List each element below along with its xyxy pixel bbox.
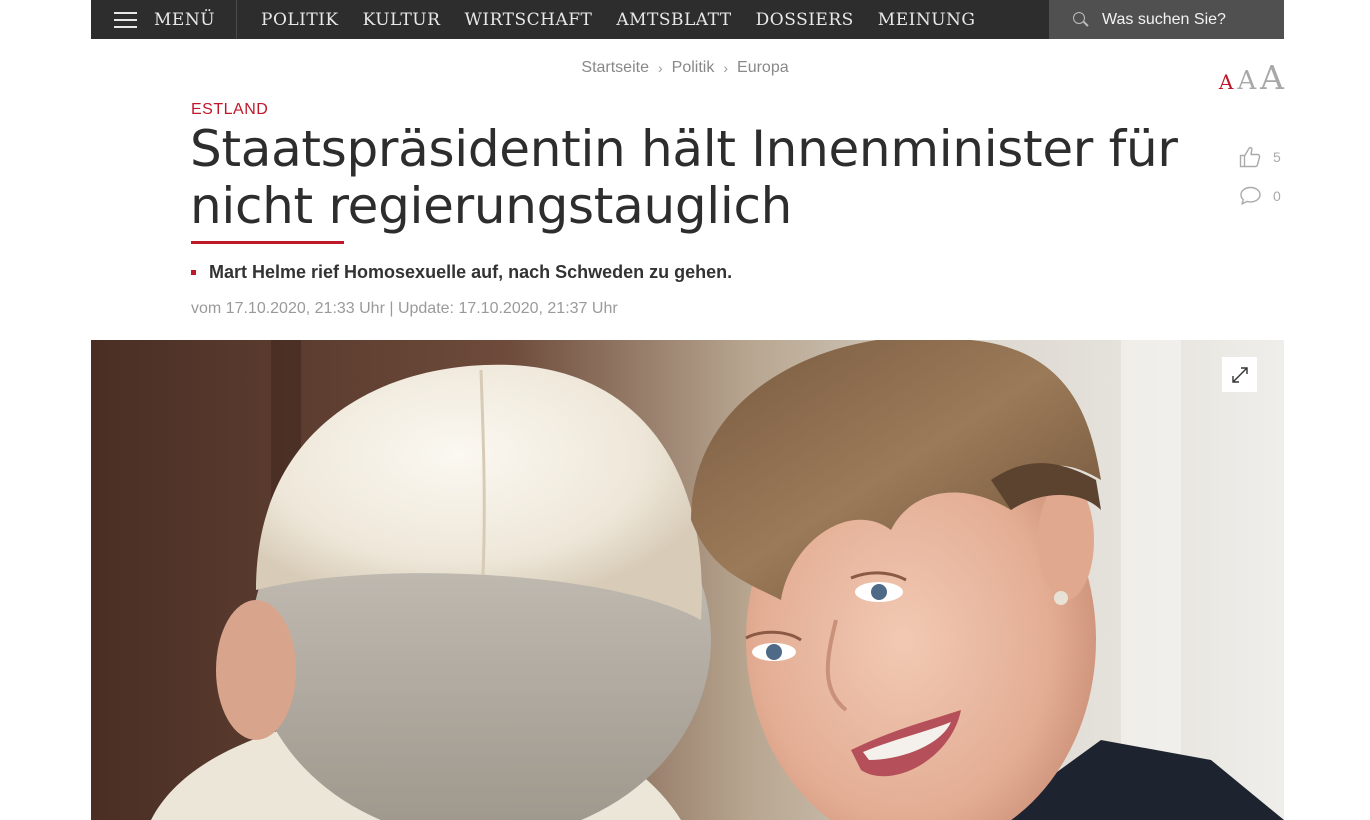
hero-image[interactable] (91, 340, 1284, 820)
like-count: 5 (1273, 149, 1281, 165)
comment-button[interactable]: 0 (1239, 182, 1287, 210)
nav-link-wirtschaft[interactable]: WIRTSCHAFT (464, 10, 592, 30)
breadcrumb-startseite[interactable]: Startseite (581, 59, 649, 77)
font-size-large-button[interactable]: A (1260, 58, 1284, 97)
expand-icon (1230, 365, 1250, 385)
menu-label: MENÜ (154, 9, 216, 30)
social-counters: 5 0 (1239, 143, 1287, 221)
search-icon[interactable] (1073, 11, 1089, 28)
like-button[interactable]: 5 (1239, 143, 1287, 171)
nav-link-kultur[interactable]: KULTUR (363, 10, 441, 30)
nav-link-dossiers[interactable]: DOSSIERS (756, 10, 854, 30)
font-size-medium-button[interactable]: A (1237, 66, 1256, 96)
font-size-controls: A A A (1215, 58, 1284, 97)
chevron-right-icon: › (657, 60, 663, 76)
menu-button[interactable]: MENÜ (91, 0, 237, 39)
hamburger-icon (114, 11, 137, 28)
article-dateline: vom 17.10.2020, 21:33 Uhr | Update: 17.1… (191, 300, 618, 317)
bullet-icon (191, 270, 196, 275)
top-navigation: MENÜ POLITIK KULTUR WIRTSCHAFT AMTSBLATT… (91, 0, 1284, 39)
nav-link-politik[interactable]: POLITIK (261, 10, 339, 30)
search-input[interactable] (1102, 10, 1272, 29)
breadcrumb-europa[interactable]: Europa (737, 59, 789, 77)
expand-image-button[interactable] (1222, 357, 1257, 392)
comment-count: 0 (1273, 188, 1281, 204)
page: MENÜ POLITIK KULTUR WIRTSCHAFT AMTSBLATT… (0, 0, 1370, 820)
thumbs-up-icon (1239, 146, 1262, 168)
comment-icon (1239, 185, 1262, 207)
article-kicker[interactable]: ESTLAND (191, 101, 268, 119)
chevron-right-icon: › (723, 60, 729, 76)
section-nav: POLITIK KULTUR WIRTSCHAFT AMTSBLATT DOSS… (261, 10, 1000, 30)
nav-link-amtsblatt[interactable]: AMTSBLATT (616, 10, 731, 30)
search-box (1049, 0, 1284, 39)
breadcrumb: Startseite › Politik › Europa (0, 59, 1370, 77)
headline-underline (191, 241, 344, 244)
lead-text: Mart Helme rief Homosexuelle auf, nach S… (209, 262, 733, 282)
hero-photo (91, 340, 1284, 820)
breadcrumb-politik[interactable]: Politik (672, 59, 715, 77)
font-size-small-button[interactable]: A (1219, 70, 1233, 94)
article-headline: Staatspräsidentin hält Innenminister für… (190, 120, 1178, 235)
nav-link-meinung[interactable]: MEINUNG (878, 10, 976, 30)
article-lead: Mart Helme rief Homosexuelle auf, nach S… (191, 262, 732, 283)
